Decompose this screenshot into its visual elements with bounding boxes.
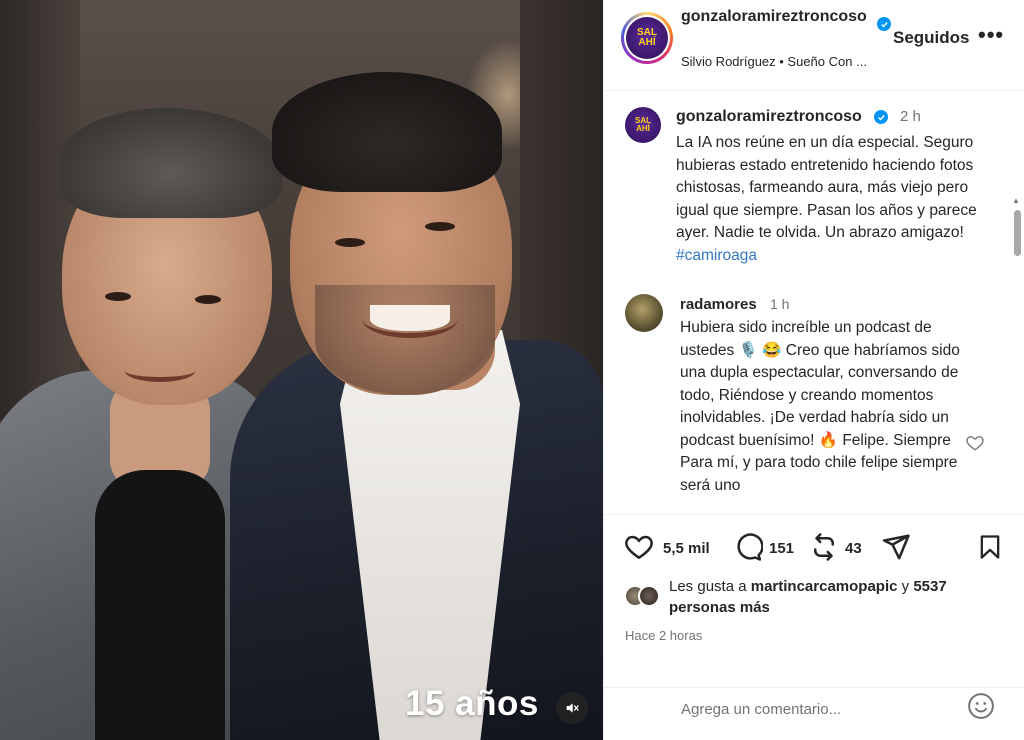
caption-author-avatar[interactable]: SAL AHÍ bbox=[625, 107, 661, 143]
caption-text: La IA nos reúne en un día especial. Segu… bbox=[676, 134, 977, 264]
media-caption: 15 años bbox=[405, 684, 539, 723]
following-button[interactable]: Seguidos bbox=[893, 28, 970, 48]
post-header: SAL AHÍ gonzaloramireztroncoso Seguidos … bbox=[604, 0, 1024, 91]
author-username[interactable]: gonzaloramireztroncoso bbox=[681, 7, 873, 27]
add-comment-bar bbox=[604, 687, 1024, 740]
emoji-smiley-icon bbox=[968, 693, 994, 719]
verified-badge-icon bbox=[874, 110, 888, 124]
heart-icon bbox=[625, 535, 653, 560]
verified-badge-icon bbox=[877, 17, 891, 31]
share-button[interactable] bbox=[881, 532, 911, 562]
avatar bbox=[638, 585, 660, 607]
heart-outline-icon bbox=[966, 436, 984, 451]
mute-button[interactable] bbox=[556, 692, 588, 724]
comment-input[interactable] bbox=[681, 694, 951, 724]
comment-bubble-icon bbox=[737, 533, 763, 561]
repost-button[interactable] bbox=[809, 532, 839, 562]
caption-time: 2 h bbox=[900, 108, 921, 125]
emoji-button[interactable] bbox=[966, 691, 996, 726]
liked-by-avatars bbox=[624, 585, 664, 609]
caption-username[interactable]: gonzaloramireztroncoso bbox=[676, 108, 862, 126]
post-actions: 5,5 mil 151 43 Les gusta a martincarcamo… bbox=[604, 514, 1024, 740]
like-button[interactable] bbox=[624, 532, 654, 562]
repost-icon bbox=[814, 533, 834, 561]
reposts-count: 43 bbox=[845, 540, 862, 557]
audio-track-link[interactable]: Silvio Rodríguez • Sueño Con ... bbox=[681, 54, 867, 69]
comment-time: 1 h bbox=[770, 296, 790, 312]
post-media[interactable]: 15 años bbox=[0, 0, 603, 740]
liked-by-user-link[interactable]: martincarcamopapic bbox=[751, 578, 898, 595]
bookmark-icon bbox=[980, 535, 1000, 559]
comment-button[interactable] bbox=[733, 532, 763, 562]
likes-count: 5,5 mil bbox=[663, 540, 710, 557]
author-avatar: SAL AHÍ bbox=[626, 17, 668, 59]
comments-count: 151 bbox=[769, 540, 795, 557]
post-timestamp[interactable]: Hace 2 horas bbox=[625, 628, 702, 643]
comment-like-button[interactable] bbox=[965, 433, 985, 458]
comments-section: SAL AHÍ gonzaloramireztroncoso 2 h La IA… bbox=[604, 92, 1024, 514]
commenter-username[interactable]: radamores bbox=[680, 296, 757, 313]
hashtag-link[interactable]: #camiroaga bbox=[676, 247, 757, 264]
liked-by-text: Les gusta a martincarcamopapic y 5537 pe… bbox=[669, 578, 947, 616]
comment-text: Hubiera sido increíble un podcast de ust… bbox=[680, 319, 960, 494]
speaker-muted-icon bbox=[566, 703, 579, 713]
comments-scrollbar-thumb[interactable] bbox=[1014, 210, 1021, 256]
author-story-ring[interactable]: SAL AHÍ bbox=[621, 12, 673, 64]
scroll-up-arrow-icon[interactable]: ▲ bbox=[1012, 196, 1020, 205]
commenter-avatar[interactable] bbox=[625, 294, 663, 332]
send-paper-plane-icon bbox=[882, 534, 910, 560]
more-options-icon[interactable]: ••• bbox=[978, 22, 1004, 48]
save-button[interactable] bbox=[976, 532, 1004, 562]
post-side-panel: SAL AHÍ gonzaloramireztroncoso Seguidos … bbox=[603, 0, 1024, 740]
